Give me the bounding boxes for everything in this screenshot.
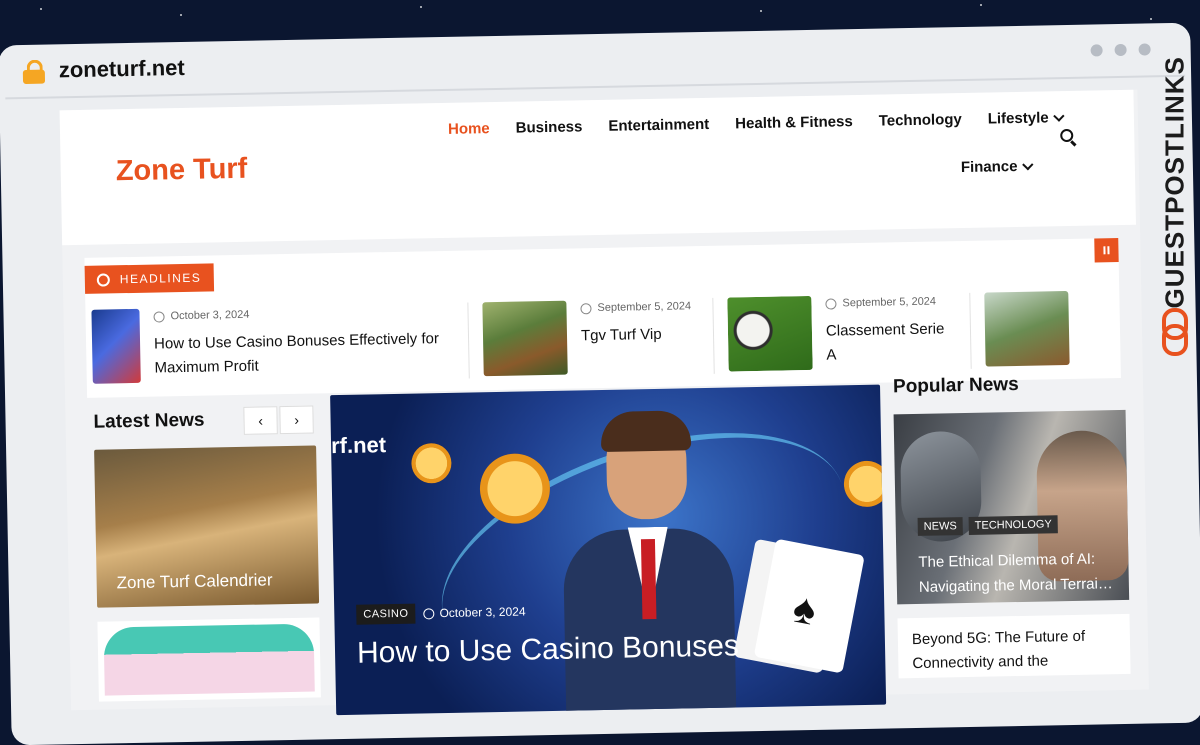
ticker-title[interactable]: How to Use Casino Bonuses Effectively fo…	[154, 327, 455, 381]
news-badge[interactable]: NEWS	[917, 517, 963, 536]
site-logo[interactable]: Zone Turf	[115, 153, 247, 189]
nav-health-fitness[interactable]: Health & Fitness	[735, 113, 853, 132]
nav-home[interactable]: Home	[448, 120, 490, 138]
pause-button[interactable]	[1094, 238, 1119, 263]
window-dot[interactable]	[1114, 43, 1127, 57]
latest-news-section: Latest News ‹ › Zone Turf Calendrier	[93, 405, 323, 702]
lock-icon	[22, 59, 46, 85]
chevron-down-icon	[1052, 110, 1065, 122]
ticker-thumbnail[interactable]	[727, 295, 813, 372]
headlines-label: HEADLINES	[119, 270, 202, 287]
url-text[interactable]: zoneturf.net	[59, 55, 185, 83]
nav-business[interactable]: Business	[516, 118, 583, 136]
coin-image	[843, 460, 887, 508]
nav-entertainment[interactable]: Entertainment	[608, 116, 709, 135]
window-dot[interactable]	[1090, 44, 1103, 57]
popular-card-title[interactable]: The Ethical Dilemma of AI: Navigating th…	[918, 546, 1119, 600]
next-arrow-button[interactable]: ›	[279, 405, 314, 435]
coin-image	[411, 442, 452, 484]
headlines-badge: HEADLINES	[84, 263, 214, 294]
ticker-thumbnail[interactable]	[482, 300, 568, 377]
latest-news-arrows: ‹ ›	[243, 405, 314, 435]
website: Zone Turf Home Business Entertainment He…	[59, 89, 1149, 716]
ticker-date: October 3, 2024	[153, 305, 453, 323]
browser-window: zoneturf.net Zone Turf Home Business Ent…	[0, 0, 1200, 745]
latest-news-card[interactable]: Zone Turf Calendrier	[94, 445, 320, 608]
featured-date-text: October 3, 2024	[439, 604, 526, 621]
ticker-items: October 3, 2024 How to Use Casino Bonuse…	[91, 290, 1097, 386]
ticker-date-text: September 5, 2024	[842, 295, 937, 310]
ticker-item[interactable]: September 5, 2024 Classement Serie A	[727, 292, 972, 374]
site-header: Zone Turf Home Business Entertainment He…	[59, 89, 1136, 246]
address-bar[interactable]: zoneturf.net	[22, 48, 185, 91]
popular-news-item[interactable]: Beyond 5G: The Future of Connectivity an…	[897, 613, 1131, 679]
window-controls	[1090, 43, 1151, 57]
fire-icon	[96, 272, 110, 287]
featured-post[interactable]: ♠ rf.net CASINO October 3, 2024 How to U…	[330, 384, 887, 716]
popular-news-section: Popular News NEWS TECHNOLOGY The Ethical…	[892, 372, 1131, 679]
ticker-thumbnail[interactable]	[91, 308, 141, 384]
latest-news-card[interactable]	[97, 617, 321, 702]
main-nav: Home Business Entertainment Health & Fit…	[448, 109, 1065, 138]
clock-icon	[153, 310, 165, 323]
ticker-thumbnail[interactable]	[984, 291, 1070, 367]
prev-arrow-button[interactable]: ‹	[243, 406, 278, 435]
window-dot[interactable]	[1138, 43, 1151, 56]
ticker-date: September 5, 2024	[580, 300, 698, 314]
technology-badge[interactable]: TECHNOLOGY	[968, 515, 1058, 535]
nav-finance[interactable]: Finance	[960, 157, 1034, 177]
featured-meta: CASINO October 3, 2024	[356, 601, 526, 625]
ticker-item[interactable]: September 5, 2024 Tgv Turf Vip	[482, 297, 715, 379]
featured-watermark: rf.net	[330, 432, 387, 459]
chevron-down-icon	[1021, 158, 1034, 170]
latest-news-card-title[interactable]: Zone Turf Calendrier	[116, 570, 272, 593]
guestpostlinks-brand: GUESTPOSTLINKS	[1158, 56, 1194, 358]
brand-text: GUESTPOSTLINKS	[1159, 56, 1190, 309]
popular-news-card[interactable]: NEWS TECHNOLOGY The Ethical Dilemma of A…	[893, 409, 1130, 605]
search-icon[interactable]	[1060, 128, 1077, 147]
popular-news-title: Popular News	[892, 373, 1019, 398]
clock-icon	[825, 297, 837, 310]
nav-finance-label: Finance	[960, 157, 1018, 177]
ticker-date-text: September 5, 2024	[597, 300, 692, 315]
nav-lifestyle[interactable]: Lifestyle	[987, 109, 1065, 128]
nav-lifestyle-label: Lifestyle	[987, 109, 1049, 128]
headlines-ticker: HEADLINES October 3, 2024 How to Use Cas…	[84, 238, 1121, 398]
popular-badges: NEWS TECHNOLOGY	[917, 515, 1058, 536]
card-thumbnail	[103, 623, 315, 696]
ticker-title[interactable]: Classement Serie A	[826, 317, 957, 367]
link-icon	[1162, 308, 1188, 356]
nav-technology[interactable]: Technology	[879, 111, 962, 130]
ticker-title[interactable]: Tgv Turf Vip	[581, 322, 699, 348]
nav-row-2: Finance	[960, 157, 1034, 177]
ticker-date-text: October 3, 2024	[170, 308, 250, 323]
clock-icon	[580, 302, 592, 314]
ticker-item[interactable]	[984, 291, 1083, 369]
ticker-item[interactable]: October 3, 2024 How to Use Casino Bonuse…	[91, 302, 470, 386]
ticker-date: September 5, 2024	[825, 295, 955, 309]
category-badge[interactable]: CASINO	[356, 603, 416, 625]
clock-icon	[423, 607, 435, 619]
featured-date: October 3, 2024	[423, 604, 526, 621]
